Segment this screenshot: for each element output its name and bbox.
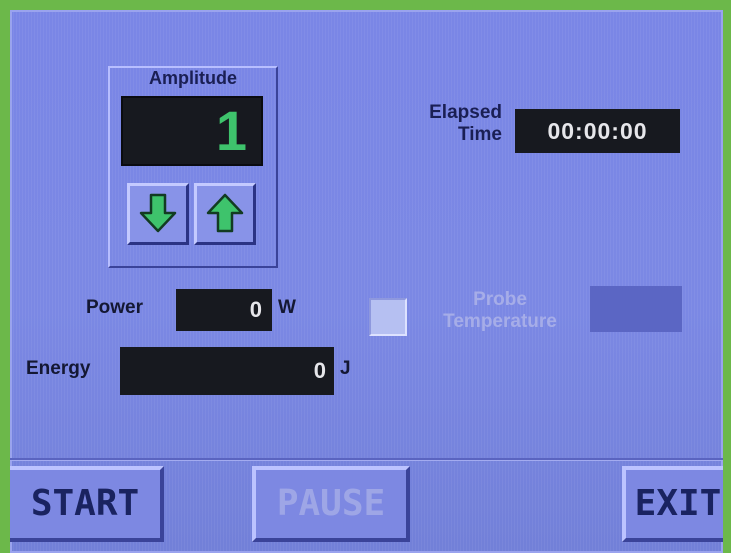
energy-unit: J — [340, 358, 351, 379]
amplitude-up-button[interactable] — [194, 183, 256, 245]
elapsed-label-line2: Time — [457, 124, 502, 145]
energy-label: Energy — [26, 358, 91, 379]
power-unit: W — [278, 297, 296, 318]
amplitude-value-display: 1 — [121, 96, 263, 166]
start-button[interactable]: START — [10, 466, 164, 542]
pause-button[interactable]: PAUSE — [252, 466, 410, 542]
energy-value-display: 0 — [120, 347, 334, 395]
exit-button[interactable]: EXIT — [622, 466, 723, 542]
amplitude-down-button[interactable] — [127, 183, 189, 245]
power-value-display: 0 — [176, 289, 272, 331]
elapsed-time-label: Elapsed Time — [392, 102, 502, 146]
probe-temperature-label: Probe Temperature — [410, 289, 590, 333]
power-label: Power — [86, 297, 144, 318]
probe-temperature-display — [590, 286, 682, 332]
elapsed-label-line1: Elapsed — [429, 102, 502, 123]
probe-label-line2: Temperature — [443, 311, 557, 332]
button-bar-divider — [10, 458, 723, 460]
amplitude-label: Amplitude — [149, 68, 237, 88]
probe-label-line1: Probe — [473, 289, 527, 310]
up-arrow-icon — [197, 191, 253, 235]
down-arrow-icon — [130, 191, 186, 235]
elapsed-time-display: 00:00:00 — [515, 109, 680, 153]
probe-temperature-checkbox[interactable] — [369, 298, 407, 336]
sonicator-control-screen: Amplitude 1 Elapsed Time 00:00:00 Power … — [10, 10, 723, 553]
